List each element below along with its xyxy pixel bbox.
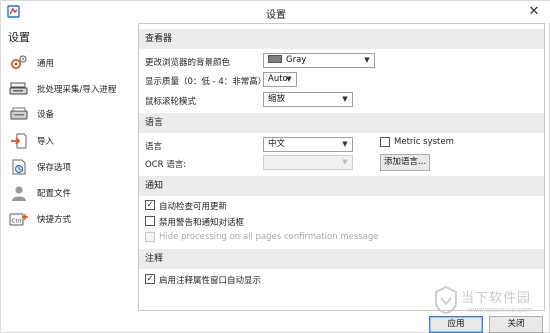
sidebar-item-label: 通用	[37, 59, 55, 69]
metric-system-checkbox[interactable]	[380, 137, 390, 147]
scanner-icon	[9, 82, 28, 95]
bg-color-value: Gray	[286, 55, 307, 65]
section-header-viewer: 查看器	[139, 29, 544, 49]
svg-text:Ctrl: Ctrl	[12, 219, 22, 225]
quality-select[interactable]: Auto ▼	[263, 72, 297, 87]
chevron-down-icon: ▼	[342, 95, 348, 103]
language-select[interactable]: 中文 ▼	[263, 137, 353, 152]
color-swatch	[268, 55, 282, 63]
sidebar-item-import[interactable]: 导入	[9, 131, 139, 151]
settings-window: 设置 ✕ 设置 通用 批处理采集/导入进程 设备 导入 保存选项 配置文件 Ct…	[0, 0, 550, 333]
section-header-annotations: 注释	[139, 249, 544, 269]
save-options-icon	[12, 159, 26, 175]
hide-processing-checkbox[interactable]	[145, 232, 155, 242]
device-icon	[10, 107, 28, 120]
scroll-mode-value: 缩放	[268, 94, 286, 104]
profile-icon	[12, 186, 26, 201]
chevron-down-icon: ▼	[286, 75, 292, 83]
scroll-mode-select[interactable]: 缩放 ▼	[263, 92, 353, 107]
sidebar-item-batch-import[interactable]: 批处理采集/导入进程	[9, 79, 139, 99]
ocr-language-label: OCR 语言:	[145, 160, 187, 170]
apply-button[interactable]: 应用	[429, 316, 483, 333]
quality-label: 显示质量（0：低 - 4：非常高）	[145, 77, 267, 87]
sidebar-item-label: 配置文件	[37, 189, 72, 199]
hide-processing-label: Hide processing on all pages confirmatio…	[159, 232, 379, 242]
bg-color-select[interactable]: Gray ▼	[263, 53, 375, 68]
sidebar-item-label: 保存选项	[37, 163, 72, 173]
disable-warnings-label: 禁用警告和通知对话框	[159, 218, 245, 228]
window-title: 设置	[266, 10, 286, 21]
watermark-url: www.downxia.com	[467, 306, 533, 314]
disable-warnings-checkbox[interactable]	[145, 216, 155, 226]
gear-icon	[11, 55, 27, 69]
language-value: 中文	[268, 139, 286, 149]
watermark-text: 当下软件园	[461, 291, 532, 306]
sidebar-item-label: 快捷方式	[37, 215, 72, 225]
sidebar-item-profiles[interactable]: 配置文件	[9, 183, 139, 203]
annotation-auto-show-label: 启用注释属性窗口自动显示	[159, 276, 262, 286]
sidebar-item-general[interactable]: 通用	[9, 53, 139, 73]
section-header-notifications: 通知	[139, 176, 544, 196]
chevron-down-icon: ▼	[342, 158, 348, 166]
chevron-down-icon: ▼	[342, 140, 348, 148]
auto-update-label: 自动检查可用更新	[159, 202, 228, 212]
scroll-mode-label: 鼠标滚轮模式	[145, 97, 197, 107]
sidebar-item-devices[interactable]: 设备	[9, 104, 139, 124]
sidebar-item-shortcuts[interactable]: Ctrl 快捷方式	[9, 209, 139, 229]
sidebar-item-label: 设备	[37, 110, 55, 120]
close-button[interactable]: 关闭	[489, 316, 543, 333]
chevron-down-icon: ▼	[364, 56, 370, 64]
sidebar-item-save-options[interactable]: 保存选项	[9, 157, 139, 177]
sidebar-title: 设置	[8, 31, 30, 44]
auto-update-checkbox[interactable]: ✓	[145, 200, 155, 210]
metric-system-label: Metric system	[394, 137, 454, 147]
language-label: 语言	[145, 142, 163, 152]
annotation-auto-show-checkbox[interactable]: ✓	[145, 274, 155, 284]
add-language-button[interactable]: 添加语言...	[380, 154, 430, 171]
bg-color-label: 更改浏览器的背景颜色	[145, 58, 231, 68]
ocr-language-select[interactable]: ▼	[263, 155, 353, 170]
watermark-logo-icon	[435, 286, 457, 314]
title-bar: 设置 ✕	[1, 1, 550, 23]
close-icon[interactable]: ✕	[523, 2, 545, 21]
shortcut-icon: Ctrl	[9, 213, 28, 226]
sidebar-item-label: 导入	[37, 137, 55, 147]
sidebar-item-label: 批处理采集/导入进程	[37, 85, 117, 95]
import-icon	[11, 133, 27, 149]
settings-panel: 查看器 更改浏览器的背景颜色 Gray ▼ 显示质量（0：低 - 4：非常高） …	[138, 23, 545, 311]
section-header-language: 语言	[139, 113, 544, 133]
